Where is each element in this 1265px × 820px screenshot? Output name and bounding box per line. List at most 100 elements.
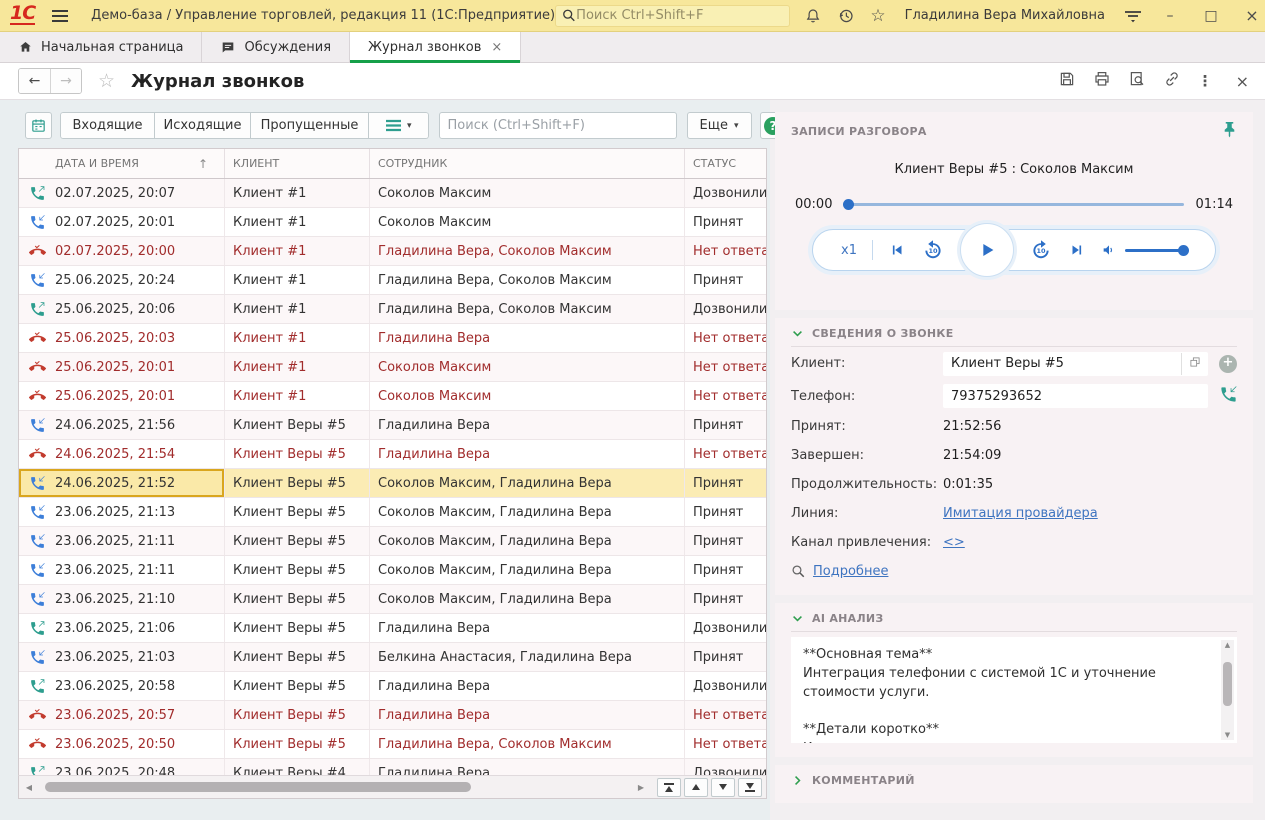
go-last-button[interactable] (738, 778, 762, 797)
service-menu-button[interactable] (1124, 8, 1142, 24)
details-more-link[interactable]: Подробнее (813, 564, 888, 579)
save-button[interactable] (1058, 70, 1076, 92)
outgoing-call-icon (29, 301, 46, 318)
scroll-left-icon[interactable]: ◀ (23, 783, 35, 792)
ai-analysis-text-box[interactable]: **Основная тема** Интеграция телефонии с… (791, 637, 1237, 743)
main-menu-button[interactable] (51, 9, 69, 23)
scroll-right-icon[interactable]: ▶ (635, 783, 647, 792)
ai-scrollbar[interactable]: ▲ ▼ (1221, 640, 1234, 740)
call-phone-button[interactable] (1219, 385, 1237, 408)
minimize-button[interactable]: – (1157, 8, 1183, 24)
table-search[interactable] (439, 112, 677, 139)
tab-discussions[interactable]: Обсуждения (202, 32, 350, 62)
table-row[interactable]: 23.06.2025, 21:13 Клиент Веры #5 Соколов… (19, 498, 766, 527)
seek-slider[interactable] (844, 203, 1183, 206)
table-row[interactable]: 23.06.2025, 20:58 Клиент Веры #5 Гладили… (19, 672, 766, 701)
table-row[interactable]: 23.06.2025, 21:11 Клиент Веры #5 Соколов… (19, 556, 766, 585)
add-favorite-star-icon[interactable]: ☆ (98, 70, 115, 92)
skip-previous-icon[interactable] (888, 241, 906, 259)
table-row[interactable]: 24.06.2025, 21:56 Клиент Веры #5 Гладили… (19, 411, 766, 440)
line-link[interactable]: Имитация провайдера (943, 506, 1098, 521)
back-button[interactable]: ← (19, 69, 50, 93)
history-button[interactable] (837, 7, 855, 25)
scroll-down-icon[interactable]: ▼ (1225, 730, 1230, 740)
window-close-button[interactable]: × (1239, 6, 1265, 25)
favorites-button[interactable]: ☆ (870, 6, 885, 26)
row-navigation (657, 778, 762, 797)
table-search-input[interactable] (448, 118, 668, 133)
field-phone: Телефон: 79375293652 (775, 380, 1253, 412)
table-row[interactable]: 25.06.2025, 20:01 Клиент #1 Соколов Макс… (19, 353, 766, 382)
table-row[interactable]: 24.06.2025, 21:52 Клиент Веры #5 Соколов… (19, 469, 766, 498)
ai-scrollbar-thumb[interactable] (1223, 662, 1232, 706)
skip-next-icon[interactable] (1068, 241, 1086, 259)
period-calendar-button[interactable] (25, 112, 52, 139)
table-row[interactable]: 23.06.2025, 21:11 Клиент Веры #5 Соколов… (19, 527, 766, 556)
close-form-button[interactable]: × (1236, 72, 1249, 91)
ai-section-header[interactable]: AI АНАЛИЗ (775, 603, 1253, 631)
table-row[interactable]: 02.07.2025, 20:01 Клиент #1 Соколов Макс… (19, 208, 766, 237)
horizontal-scrollbar[interactable] (39, 781, 631, 793)
table-row[interactable]: 02.07.2025, 20:07 Клиент #1 Соколов Макс… (19, 179, 766, 208)
table-row[interactable]: 25.06.2025, 20:24 Клиент #1 Гладилина Ве… (19, 266, 766, 295)
filter-outgoing-button[interactable]: Исходящие (155, 112, 251, 139)
details-section-header[interactable]: СВЕДЕНИЯ О ЗВОНКЕ (775, 318, 1253, 346)
call-employee: Соколов Максим, Гладилина Вера (370, 585, 685, 613)
global-search-input[interactable] (576, 8, 783, 23)
client-input[interactable]: Клиент Веры #5 (943, 352, 1208, 376)
seek-slider-knob[interactable] (843, 199, 854, 210)
go-previous-button[interactable] (684, 778, 708, 797)
call-client: Клиент Веры #5 (225, 556, 370, 584)
table-row[interactable]: 25.06.2025, 20:06 Клиент #1 Гладилина Ве… (19, 295, 766, 324)
playback-speed-button[interactable]: x1 (841, 243, 857, 258)
forward-button[interactable]: → (50, 69, 81, 93)
forward-10-icon[interactable]: 10 (1029, 238, 1053, 262)
replay-10-icon[interactable]: 10 (921, 238, 945, 262)
table-row[interactable]: 02.07.2025, 20:00 Клиент #1 Гладилина Ве… (19, 237, 766, 266)
tab-call-journal[interactable]: Журнал звонков × (350, 32, 521, 62)
table-row[interactable]: 25.06.2025, 20:01 Клиент #1 Соколов Макс… (19, 382, 766, 411)
open-item-icon[interactable] (1181, 353, 1206, 375)
column-header-datetime[interactable]: ДАТА И ВРЕМЯ ↑ (19, 149, 225, 178)
notifications-button[interactable] (804, 7, 822, 25)
go-first-button[interactable] (657, 778, 681, 797)
close-tab-icon[interactable]: × (491, 40, 502, 55)
table-row[interactable]: 24.06.2025, 21:54 Клиент Веры #5 Гладили… (19, 440, 766, 469)
table-row[interactable]: 23.06.2025, 20:48 Клиент Веры #4 Гладили… (19, 759, 766, 775)
filter-missed-button[interactable]: Пропущенные (251, 112, 369, 139)
channel-link[interactable]: <> (943, 535, 965, 550)
table-row[interactable]: 23.06.2025, 21:03 Клиент Веры #5 Белкина… (19, 643, 766, 672)
column-header-employee[interactable]: СОТРУДНИК (370, 149, 685, 178)
scroll-up-icon[interactable]: ▲ (1225, 640, 1230, 650)
global-search[interactable] (555, 5, 790, 27)
table-row[interactable]: 23.06.2025, 20:50 Клиент Веры #5 Гладили… (19, 730, 766, 759)
phone-input[interactable]: 79375293652 (943, 384, 1208, 408)
pin-icon[interactable] (1222, 121, 1237, 142)
tab-home[interactable]: Начальная страница (0, 32, 202, 62)
preview-button[interactable] (1128, 70, 1146, 92)
print-button[interactable] (1093, 70, 1111, 92)
table-row[interactable]: 23.06.2025, 20:57 Клиент Веры #5 Гладили… (19, 701, 766, 730)
user-menu[interactable]: Гладилина Вера Михайловна (905, 8, 1105, 23)
go-next-button[interactable] (711, 778, 735, 797)
filter-incoming-button[interactable]: Входящие (60, 112, 155, 139)
more-menu-button[interactable]: Еще ▾ (687, 112, 752, 139)
details-section-title: СВЕДЕНИЯ О ЗВОНКЕ (812, 327, 954, 340)
call-status: Принят (685, 585, 766, 613)
link-button[interactable] (1163, 70, 1181, 92)
more-actions-button[interactable]: ⋮ (1198, 72, 1213, 90)
horizontal-scrollbar-thumb[interactable] (45, 782, 471, 792)
play-button[interactable] (960, 223, 1014, 277)
volume-slider[interactable] (1125, 249, 1187, 252)
column-header-client[interactable]: КЛИЕНТ (225, 149, 370, 178)
table-row[interactable]: 23.06.2025, 21:10 Клиент Веры #5 Соколов… (19, 585, 766, 614)
table-row[interactable]: 25.06.2025, 20:03 Клиент #1 Гладилина Ве… (19, 324, 766, 353)
maximize-button[interactable]: □ (1198, 8, 1224, 24)
list-settings-button[interactable]: ▾ (369, 112, 429, 139)
table-row[interactable]: 23.06.2025, 21:06 Клиент Веры #5 Гладили… (19, 614, 766, 643)
volume-slider-knob[interactable] (1178, 245, 1189, 256)
comment-section-header[interactable]: КОММЕНТАРИЙ (775, 765, 1253, 793)
column-header-status[interactable]: СТАТУС (685, 149, 766, 178)
add-client-button[interactable]: + (1219, 355, 1237, 373)
volume-icon[interactable] (1101, 242, 1117, 258)
